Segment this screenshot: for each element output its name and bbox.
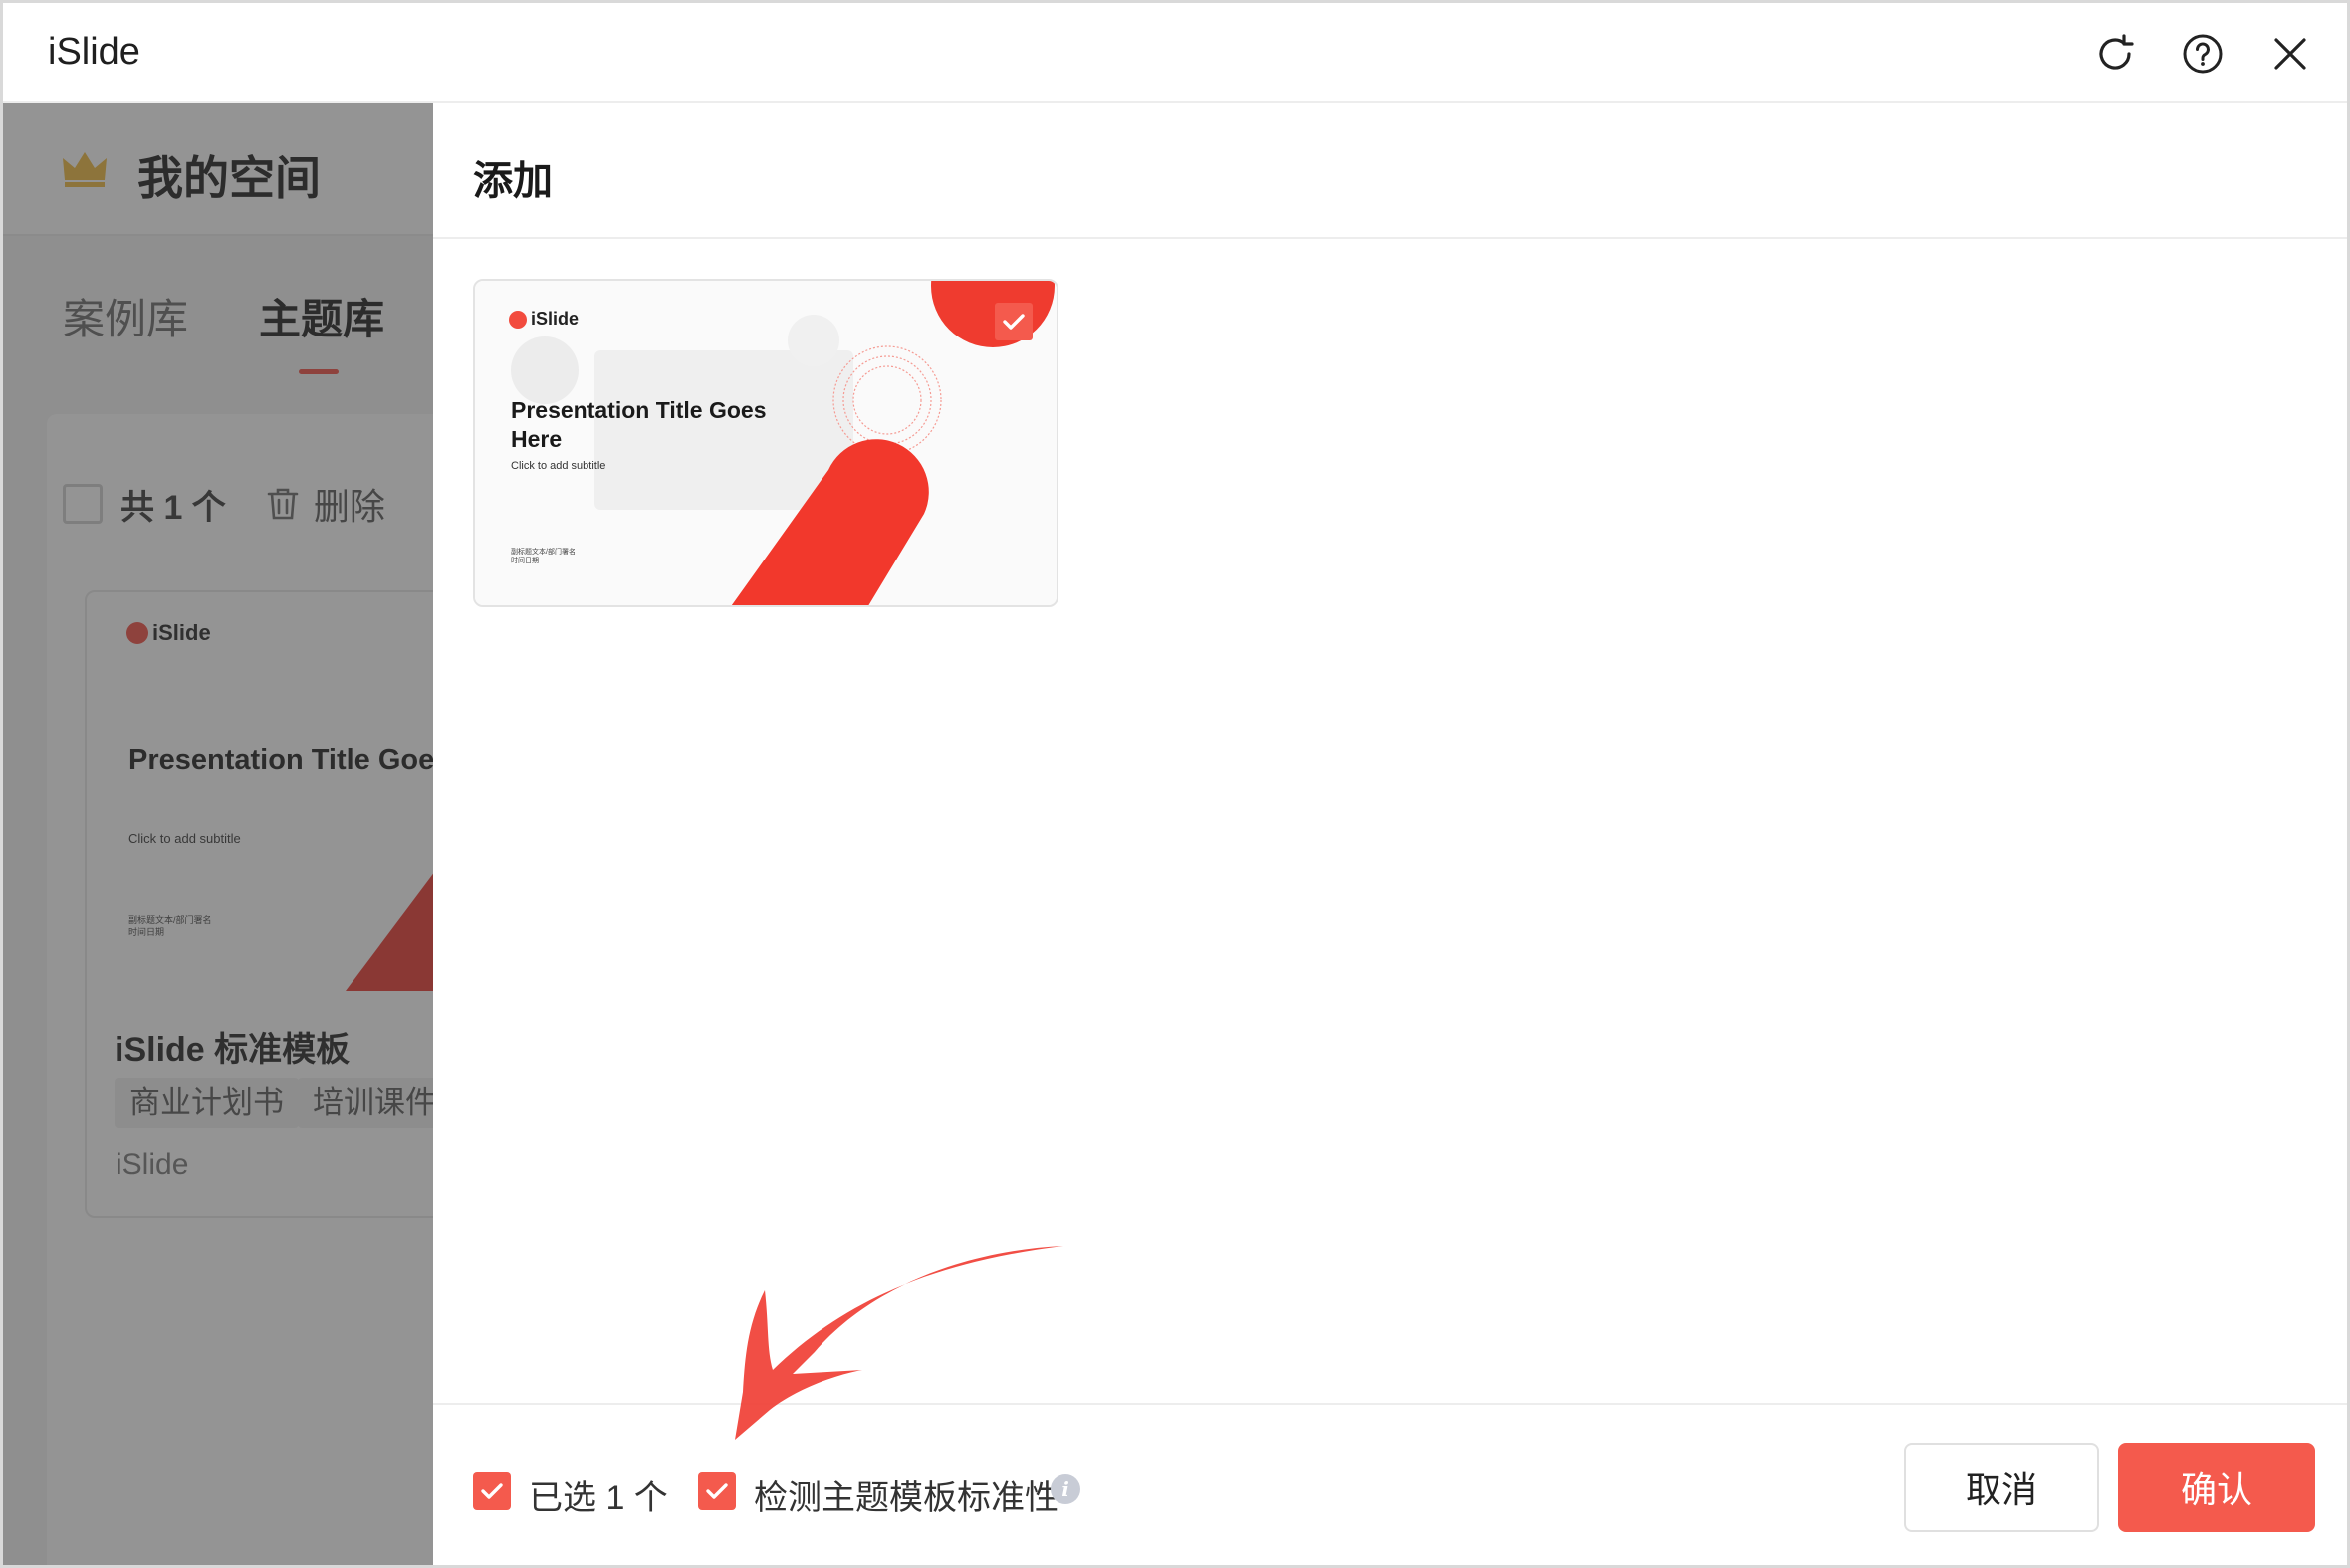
card-slide-subtitle: Click to add subtitle [128,831,241,846]
template-tag: 商业计划书 [115,1078,299,1128]
confirm-button[interactable]: 确认 [2118,1443,2315,1532]
trash-icon[interactable] [266,486,300,522]
cancel-button[interactable]: 取消 [1904,1443,2099,1532]
thumbnail-selected-checkbox[interactable] [995,303,1033,340]
select-all-checkbox[interactable] [63,484,103,524]
card-slide-meta: 副标题文本/部门署名 时间日期 [128,915,212,937]
template-thumbnail[interactable]: iSlide Presentation Title Goes Here Clic… [473,279,1058,607]
help-icon[interactable] [2177,28,2229,80]
check-icon [481,1483,503,1499]
selected-count-checkbox[interactable] [473,1472,511,1510]
close-icon[interactable] [2264,28,2316,80]
islide-dialog: iSlide 我的空间 案例库 主题库 共 1 个 删除 iSlide Pres… [0,0,2350,1568]
card-slide-title: Presentation Title Goes Here [128,744,461,776]
add-panel-title: 添加 [473,159,553,203]
template-tag: 培训课件 [298,1078,451,1128]
thumb-slide-subtitle: Click to add subtitle [511,460,606,472]
app-title: iSlide [48,31,140,73]
thumb-slide-meta: 副标题文本/部门署名 时间日期 [511,549,576,565]
active-tab-indicator [299,369,339,374]
thumb-slide-title: Presentation Title Goes Here [511,397,767,452]
tab-case-library[interactable]: 案例库 [63,286,188,346]
standard-check-checkbox[interactable] [698,1472,736,1510]
template-name: iSlide 标准模板 [115,1031,351,1069]
title-bar: iSlide [3,3,2347,103]
standard-check-label: 检测主题模板标准性 [754,1479,1058,1517]
list-toolbar: 共 1 个 删除 [63,474,385,534]
delete-button[interactable]: 删除 [314,478,385,530]
check-icon [1003,314,1025,330]
crown-icon [63,152,107,187]
thumb-slide-logo: iSlide [509,309,579,330]
info-icon[interactable]: i [1051,1474,1080,1504]
item-count: 共 1 个 [120,488,226,527]
my-space-header: 我的空间 [3,103,433,236]
check-icon [706,1483,728,1499]
template-author: iSlide [116,1148,189,1181]
islide-logo-icon [509,310,527,329]
selected-count-label: 已选 1 个 [529,1479,668,1517]
space-title: 我的空间 [137,152,321,204]
islide-logo-icon [126,622,148,644]
refresh-icon[interactable] [2089,28,2141,80]
tab-theme-library[interactable]: 主题库 [259,286,384,346]
add-panel: 添加 iSlide Presentation Title Goes Here C… [433,103,2347,1565]
slide-logo: iSlide [126,620,211,646]
dialog-footer: 已选 1 个 检测主题模板标准性 i 取消 确认 [433,1403,2347,1565]
add-panel-header: 添加 [433,103,2347,239]
